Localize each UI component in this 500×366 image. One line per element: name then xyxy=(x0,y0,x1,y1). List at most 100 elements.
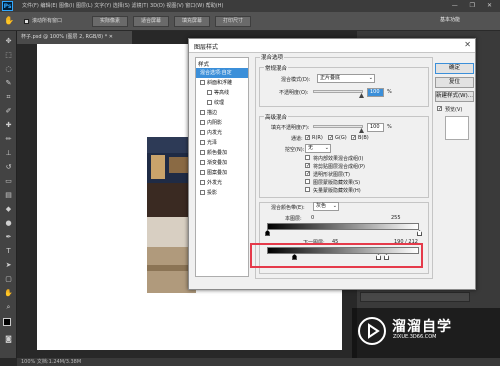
dodge-tool-icon[interactable]: ● xyxy=(4,219,13,228)
scroll-all-checkbox[interactable] xyxy=(24,19,29,24)
stamp-tool-icon[interactable]: ⊥ xyxy=(4,149,13,158)
style-item-label: 混合选项:自定 xyxy=(200,70,232,76)
options-bar: ✋ 滚动所有窗口 实际像素 适合屏幕 填充屏幕 打印尺寸 基本功能 xyxy=(0,12,500,31)
style-item[interactable]: 颜色叠加 xyxy=(196,148,248,158)
style-checkbox[interactable] xyxy=(200,150,205,155)
style-item-label: 等高线 xyxy=(214,90,230,96)
blend-mode-select[interactable]: 正片叠底 ⌄ xyxy=(317,74,375,83)
style-checkbox[interactable] xyxy=(200,140,205,145)
opacity-slider[interactable] xyxy=(313,90,363,93)
style-item[interactable]: 光泽 xyxy=(196,138,248,148)
advanced-option-label: 矢量蒙版隐藏效果(H) xyxy=(313,188,361,194)
window-controls[interactable]: — ❐ ✕ xyxy=(452,2,497,9)
reset-button[interactable]: 复位 xyxy=(435,77,474,88)
dialog-titlebar[interactable]: 图层样式 ✕ xyxy=(189,39,475,53)
style-item-label: 外发光 xyxy=(207,180,223,186)
advanced-option-checkbox[interactable] xyxy=(305,187,310,192)
style-item-label: 内阴影 xyxy=(207,120,223,126)
healing-brush-tool-icon[interactable]: ✚ xyxy=(4,121,13,130)
style-checkbox[interactable] xyxy=(200,130,205,135)
style-item[interactable]: 斜面和浮雕 xyxy=(196,78,248,88)
chevron-down-icon: ⌄ xyxy=(332,203,337,209)
menu-items[interactable]: 文件(F) 编辑(E) 图像(I) 图层(L) 文字(Y) 选择(S) 滤镜(T… xyxy=(22,2,223,9)
style-item[interactable]: 描边 xyxy=(196,108,248,118)
style-item[interactable]: 投影 xyxy=(196,188,248,198)
fill-opacity-input[interactable]: 100 xyxy=(367,123,384,132)
marquee-tool-icon[interactable]: ⬚ xyxy=(4,51,13,60)
knockout-value: 无 xyxy=(308,145,314,151)
eraser-tool-icon[interactable]: ▭ xyxy=(4,177,13,186)
close-icon[interactable]: ✕ xyxy=(464,40,471,49)
this-layer-max: 255 xyxy=(391,215,401,221)
gradient-tool-icon[interactable]: ▤ xyxy=(4,191,13,200)
advanced-option-checkbox[interactable]: ✓ xyxy=(305,163,310,169)
new-style-button[interactable]: 新建样式(W)... xyxy=(435,91,474,102)
style-checkbox[interactable] xyxy=(200,190,205,195)
style-item[interactable]: 渐变叠加 xyxy=(196,158,248,168)
pen-tool-icon[interactable]: ✒ xyxy=(4,233,13,242)
type-tool-icon[interactable]: T xyxy=(4,247,13,256)
blend-if-select[interactable]: 灰色 ⌄ xyxy=(313,202,339,211)
zoom-tool-icon[interactable]: ⌕ xyxy=(4,303,13,312)
fit-screen-button[interactable]: 适合屏幕 xyxy=(133,16,169,27)
channels-label: 通道: xyxy=(291,136,303,142)
history-brush-tool-icon[interactable]: ↺ xyxy=(4,163,13,172)
fill-opacity-slider[interactable] xyxy=(313,125,363,128)
crop-tool-icon[interactable]: ⌗ xyxy=(4,93,13,102)
general-blending-legend: 常规混合 xyxy=(264,64,289,72)
style-item[interactable]: 纹理 xyxy=(196,98,248,108)
dialog-title: 图层样式 xyxy=(194,44,219,51)
quick-mask-icon[interactable]: ◙ xyxy=(4,335,13,344)
knockout-select[interactable]: 无 ⌄ xyxy=(305,144,331,153)
style-checkbox[interactable] xyxy=(207,100,212,105)
quick-select-tool-icon[interactable]: ✎ xyxy=(4,79,13,88)
blur-tool-icon[interactable]: ◆ xyxy=(4,205,13,214)
path-select-tool-icon[interactable]: ➤ xyxy=(4,261,13,270)
layer-row[interactable] xyxy=(360,292,470,302)
style-checkbox[interactable] xyxy=(200,110,205,115)
style-item[interactable]: 内阴影 xyxy=(196,118,248,128)
style-checkbox[interactable] xyxy=(200,180,205,185)
style-item[interactable]: 图案叠加 xyxy=(196,168,248,178)
style-checkbox[interactable] xyxy=(207,90,212,95)
foreground-color-swatch[interactable] xyxy=(3,318,11,326)
opacity-label: 不透明度(O): xyxy=(279,90,309,96)
print-size-button[interactable]: 打印尺寸 xyxy=(215,16,251,27)
workspace-switcher[interactable]: 基本功能 xyxy=(440,16,460,23)
ok-button[interactable]: 确定 xyxy=(435,63,474,74)
style-item[interactable]: 混合选项:自定 xyxy=(196,68,248,78)
advanced-option-label: 透明形状图层(T) xyxy=(313,172,350,178)
advanced-option-checkbox[interactable] xyxy=(305,155,310,160)
shape-tool-icon[interactable]: ▢ xyxy=(4,275,13,284)
style-item[interactable]: 外发光 xyxy=(196,178,248,188)
preview-checkbox[interactable]: ✓ xyxy=(437,106,442,112)
channel-r-checkbox[interactable]: ✓ xyxy=(305,135,310,141)
style-checkbox[interactable] xyxy=(200,160,205,165)
style-item[interactable]: 等高线 xyxy=(196,88,248,98)
move-tool-icon[interactable]: ✥ xyxy=(4,37,13,46)
advanced-option-checkbox[interactable] xyxy=(305,179,310,184)
eyedropper-tool-icon[interactable]: ✐ xyxy=(4,107,13,116)
styles-header: 样式 xyxy=(198,62,210,68)
blend-mode-value: 正片叠底 xyxy=(320,75,341,81)
watermark-text: 溜溜自学 xyxy=(392,319,452,335)
channel-b-checkbox[interactable]: ✓ xyxy=(351,135,356,141)
advanced-option-checkbox[interactable]: ✓ xyxy=(305,171,310,177)
style-checkbox[interactable] xyxy=(200,170,205,175)
play-logo-icon xyxy=(358,317,386,345)
style-checkbox[interactable] xyxy=(200,80,205,85)
hand-tool-icon[interactable]: ✋ xyxy=(4,289,13,298)
channel-g-label: G(G) xyxy=(335,135,347,141)
document-tab[interactable]: 杯子.psd @ 100% (图层 2, RGB/8) * ✕ xyxy=(17,31,132,44)
fill-screen-button[interactable]: 填充屏幕 xyxy=(174,16,210,27)
photoshop-logo-icon: Ps xyxy=(2,1,13,11)
style-item-label: 内发光 xyxy=(207,130,223,136)
actual-pixels-button[interactable]: 实际像素 xyxy=(92,16,128,27)
channel-g-checkbox[interactable]: ✓ xyxy=(328,135,333,141)
style-checkbox[interactable] xyxy=(200,120,205,125)
brush-tool-icon[interactable]: ✏ xyxy=(4,135,13,144)
opacity-input[interactable]: 100 xyxy=(367,88,384,97)
general-blending-group xyxy=(259,67,429,107)
lasso-tool-icon[interactable]: ◌ xyxy=(4,65,13,74)
style-item[interactable]: 内发光 xyxy=(196,128,248,138)
